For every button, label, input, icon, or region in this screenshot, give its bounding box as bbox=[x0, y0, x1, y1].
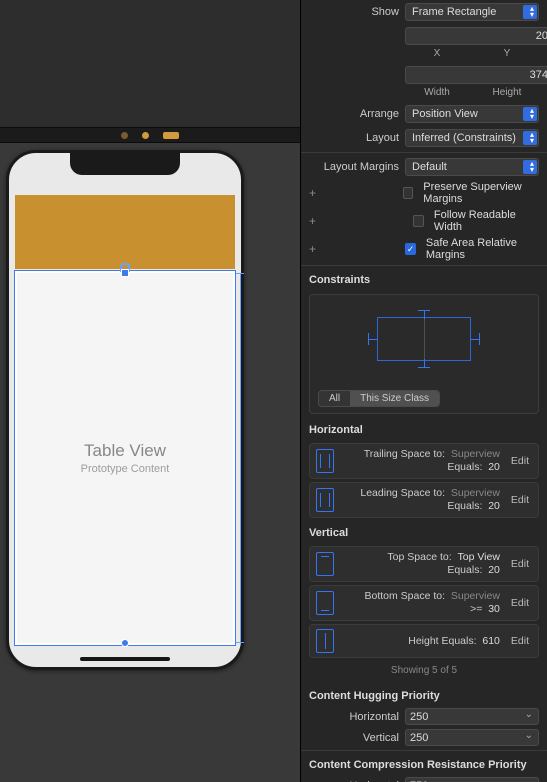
constraint-leading-icon bbox=[316, 488, 334, 512]
constraints-header: Constraints bbox=[301, 268, 547, 290]
add-trait-button[interactable]: + bbox=[309, 214, 320, 228]
edit-button[interactable]: Edit bbox=[508, 635, 532, 647]
arrange-label: Arrange bbox=[309, 108, 399, 120]
readable-width-checkbox[interactable] bbox=[413, 215, 424, 227]
readable-width-label: Follow Readable Width bbox=[434, 209, 539, 233]
selection-handle-top[interactable] bbox=[121, 269, 129, 277]
height-ruler bbox=[240, 273, 241, 643]
size-inspector: Show Frame Rectangle ▴▾ ▲▼ ▲▼ XY ▲▼ ▲▼ W… bbox=[300, 0, 547, 782]
show-label: Show bbox=[309, 6, 399, 18]
constraint-trailing-icon bbox=[316, 449, 334, 473]
constraint-leading[interactable]: Leading Space to: Superview Equals: 20 E… bbox=[309, 482, 539, 518]
layout-margins-label: Layout Margins bbox=[309, 161, 399, 173]
constraint-top[interactable]: Top Space to: Top View Equals: 20 Edit bbox=[309, 546, 539, 582]
layout-dropdown[interactable]: Inferred (Constraints)▴▾ bbox=[405, 129, 539, 147]
hugging-v-label: Vertical bbox=[309, 732, 399, 744]
constraint-height[interactable]: Height Equals: 610 Edit bbox=[309, 624, 539, 658]
hugging-v-input[interactable]: 250 bbox=[405, 729, 539, 746]
constraints-diagram[interactable]: All This Size Class bbox=[309, 294, 539, 414]
compression-h-input[interactable]: 750 bbox=[405, 777, 539, 782]
width-input[interactable] bbox=[406, 69, 547, 81]
layout-margins-dropdown[interactable]: Default▴▾ bbox=[405, 158, 539, 176]
x-field[interactable]: ▲▼ bbox=[405, 27, 547, 45]
hugging-header: Content Hugging Priority bbox=[301, 684, 547, 706]
selection-handle-bottom[interactable] bbox=[121, 639, 129, 647]
home-indicator bbox=[80, 657, 170, 661]
edit-button[interactable]: Edit bbox=[508, 597, 532, 609]
interface-builder-canvas[interactable]: Table View Prototype Content bbox=[0, 0, 300, 782]
x-input[interactable] bbox=[406, 30, 547, 42]
x-sublabel: X bbox=[405, 48, 469, 59]
edit-button[interactable]: Edit bbox=[508, 558, 532, 570]
toolbar-dot-icon bbox=[121, 132, 128, 139]
top-view[interactable] bbox=[15, 195, 235, 269]
toolbar-pill-icon bbox=[163, 132, 179, 139]
add-trait-button[interactable]: + bbox=[309, 242, 319, 256]
device-frame: Table View Prototype Content bbox=[6, 150, 244, 670]
horizontal-header: Horizontal bbox=[301, 418, 547, 440]
y-sublabel: Y bbox=[475, 48, 539, 59]
constraint-bottom[interactable]: Bottom Space to: Superview >= 30 Edit bbox=[309, 585, 539, 621]
device-notch bbox=[70, 153, 180, 175]
seg-this-size-class[interactable]: This Size Class bbox=[350, 391, 439, 406]
vertical-header: Vertical bbox=[301, 521, 547, 543]
seg-all[interactable]: All bbox=[319, 391, 350, 406]
preserve-superview-label: Preserve Superview Margins bbox=[423, 181, 539, 205]
width-field[interactable]: ▲▼ bbox=[405, 66, 547, 84]
table-view-selection[interactable]: Table View Prototype Content bbox=[15, 271, 235, 645]
layout-label: Layout bbox=[309, 132, 399, 144]
constraint-height-icon bbox=[316, 629, 334, 653]
safe-area-label: Safe Area Relative Margins bbox=[426, 237, 539, 261]
show-dropdown[interactable]: Frame Rectangle ▴▾ bbox=[405, 3, 539, 21]
edit-button[interactable]: Edit bbox=[508, 455, 532, 467]
hugging-h-input[interactable]: 250 bbox=[405, 708, 539, 725]
show-value: Frame Rectangle bbox=[412, 4, 496, 20]
compression-header: Content Compression Resistance Priority bbox=[301, 753, 547, 775]
width-sublabel: Width bbox=[405, 87, 469, 98]
table-view-title: Table View bbox=[84, 441, 166, 461]
size-class-segmented[interactable]: All This Size Class bbox=[318, 390, 440, 407]
add-trait-button[interactable]: + bbox=[309, 186, 319, 200]
hugging-h-label: Horizontal bbox=[309, 711, 399, 723]
height-sublabel: Height bbox=[475, 87, 539, 98]
canvas-toolbar bbox=[0, 127, 300, 143]
arrange-dropdown[interactable]: Position View▴▾ bbox=[405, 105, 539, 123]
constraint-bottom-icon bbox=[316, 591, 334, 615]
constraint-trailing[interactable]: Trailing Space to: Superview Equals: 20 … bbox=[309, 443, 539, 479]
toolbar-dot-icon bbox=[142, 132, 149, 139]
safe-area-checkbox[interactable]: ✓ bbox=[405, 243, 415, 255]
table-view-subtitle: Prototype Content bbox=[81, 463, 170, 475]
showing-count: Showing 5 of 5 bbox=[301, 661, 547, 684]
constraint-top-icon bbox=[316, 552, 334, 576]
preserve-superview-checkbox[interactable] bbox=[403, 187, 413, 199]
edit-button[interactable]: Edit bbox=[508, 494, 532, 506]
canvas-background bbox=[0, 0, 300, 127]
